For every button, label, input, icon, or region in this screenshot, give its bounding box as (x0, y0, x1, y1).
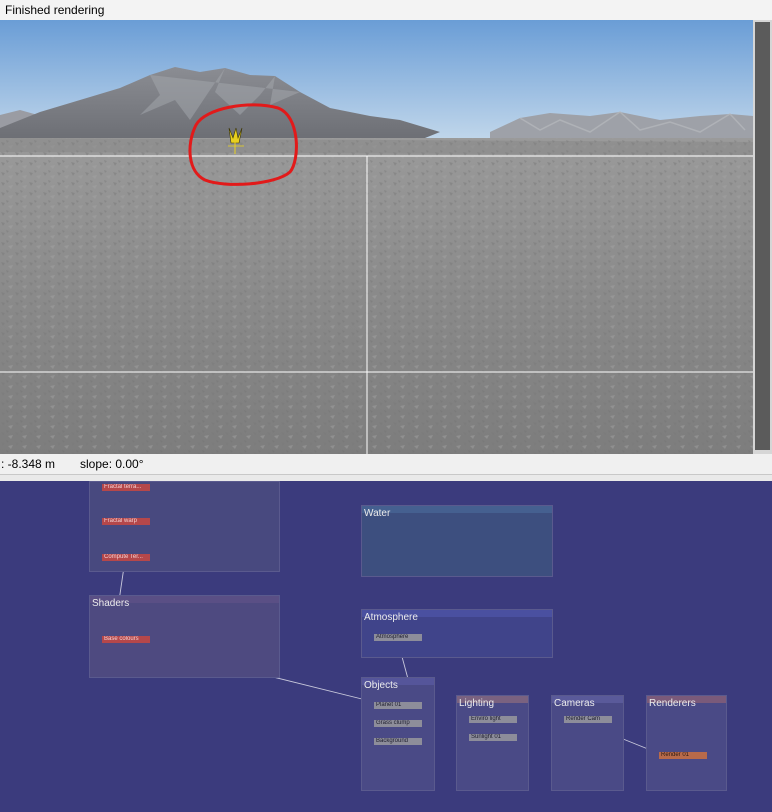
status-bar: : -8.348 m slope: 0.00° (0, 454, 772, 475)
node-graph[interactable]: Fractal terra... Fractal warp Compute Te… (0, 475, 772, 812)
node-fractal-terrain[interactable]: Fractal terra... (102, 484, 150, 491)
group-renderers[interactable]: Renderers Render 01 (646, 695, 727, 791)
viewport-scrollbar[interactable] (753, 20, 772, 454)
node-background[interactable]: Background (374, 738, 422, 745)
node-compute-terrain[interactable]: Compute Ter... (102, 554, 150, 561)
slope-readout: slope: 0.00° (80, 457, 144, 471)
group-label-renderers: Renderers (649, 698, 696, 709)
group-atmosphere[interactable]: Atmosphere Atmosphere (361, 609, 553, 658)
group-label-objects: Objects (364, 680, 398, 691)
altitude-readout: : -8.348 m (1, 457, 56, 471)
group-label-water: Water (364, 508, 391, 519)
render-status-title: Finished rendering (5, 3, 105, 17)
rendered-landscape (0, 20, 753, 454)
node-enviro-light[interactable]: Enviro light (469, 716, 517, 723)
group-water[interactable]: Water (361, 505, 553, 577)
group-shaders[interactable]: Shaders Base colours (89, 595, 280, 678)
scrollbar-thumb[interactable] (755, 22, 770, 450)
node-sunlight-01[interactable]: Sunlight 01 (469, 734, 517, 741)
node-grass-clump[interactable]: Grass clump (374, 720, 422, 727)
window-title-bar: Finished rendering (0, 0, 772, 20)
group-label-shaders: Shaders (92, 598, 130, 609)
group-label-atmosphere: Atmosphere (364, 612, 418, 623)
group-lighting[interactable]: Lighting Enviro light Sunlight 01 (456, 695, 529, 791)
node-atmosphere[interactable]: Atmosphere (374, 634, 422, 641)
group-terrain[interactable]: Fractal terra... Fractal warp Compute Te… (89, 481, 280, 572)
node-fractal-warp[interactable]: Fractal warp (102, 518, 150, 525)
node-render-01[interactable]: Render 01 (659, 752, 707, 759)
render-viewport[interactable] (0, 20, 753, 454)
group-label-cameras: Cameras (554, 698, 595, 709)
node-render-cam[interactable]: Render Cam (564, 716, 612, 723)
group-objects[interactable]: Objects Planet 01 Grass clump Background (361, 677, 435, 791)
group-label-lighting: Lighting (459, 698, 495, 709)
group-cameras[interactable]: Cameras Render Cam (551, 695, 624, 791)
node-base-colours[interactable]: Base colours (102, 636, 150, 643)
node-planet-01[interactable]: Planet 01 (374, 702, 422, 709)
